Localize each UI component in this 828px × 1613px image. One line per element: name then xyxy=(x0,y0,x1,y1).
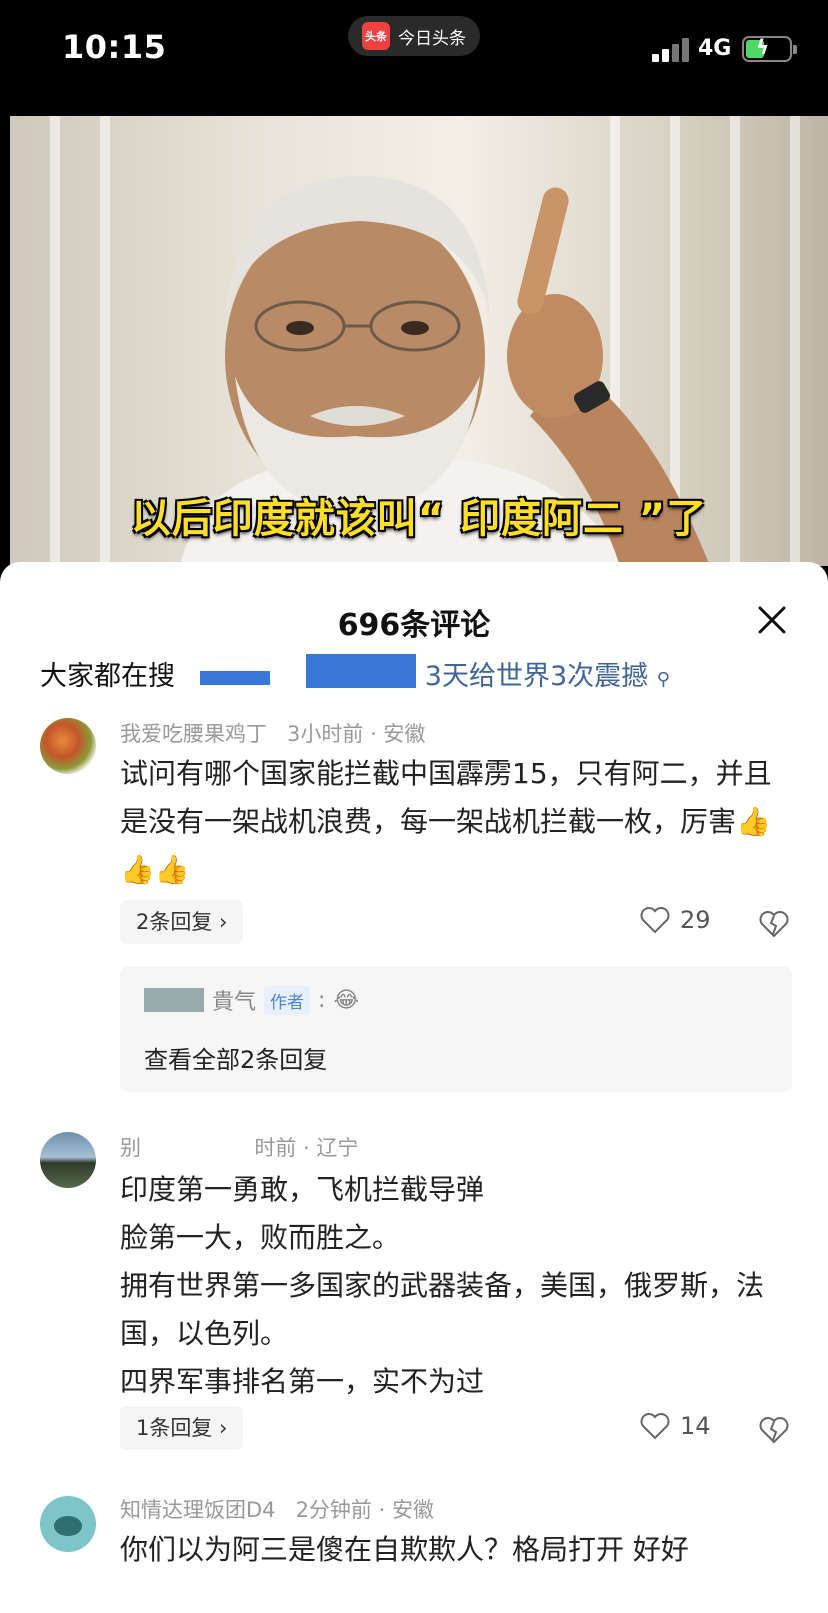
view-replies-button[interactable]: 1条回复 › xyxy=(120,1406,244,1450)
like-button[interactable]: 14 xyxy=(640,1412,711,1440)
toutiao-logo-icon: 头条 xyxy=(362,22,390,50)
trending-search-link[interactable]: 3天给世界3次震撼 xyxy=(425,661,648,692)
comment-username[interactable]: 知情达理饭团D4 xyxy=(120,1498,276,1522)
status-bar: 10:15 头条 今日头条 4G ϟ xyxy=(0,0,828,116)
redacted-block xyxy=(147,1137,248,1161)
comment-username[interactable]: 别 xyxy=(120,1136,141,1160)
author-badge: 作者 xyxy=(264,985,311,1015)
comments-count-title: 696条评论 xyxy=(337,608,491,643)
avatar[interactable] xyxy=(40,1132,96,1188)
comment-text: 你们以为阿三是傻在自欺欺人？格局打开 好好 xyxy=(120,1533,689,1566)
comment-username[interactable]: 我爱吃腰果鸡丁 xyxy=(120,722,267,746)
like-button[interactable]: 29 xyxy=(640,906,711,934)
search-icon: ⚲ xyxy=(656,669,670,690)
comment-time-location: 3小时前 · 安徽 xyxy=(287,722,426,746)
comment-meta: 知情达理饭团D4 2分钟前 · 安徽 xyxy=(120,1494,434,1524)
reply-preview[interactable]: 貴气 作者 : 😂 查看全部2条回复 xyxy=(120,966,792,1092)
view-all-replies-link[interactable]: 查看全部2条回复 xyxy=(144,1040,327,1075)
view-replies-button[interactable]: 2条回复 › xyxy=(120,900,244,944)
comment-meta: 我爱吃腰果鸡丁 3小时前 · 安徽 xyxy=(120,718,425,748)
signal-icon xyxy=(652,38,690,62)
app-name: 今日头条 xyxy=(398,28,466,49)
heart-icon xyxy=(640,907,670,934)
network-type: 4G xyxy=(698,36,732,61)
comment-time-location: 时前 · 辽宁 xyxy=(254,1136,359,1160)
app-indicator-pill[interactable]: 头条 今日头条 xyxy=(348,16,480,56)
comment-meta: 别 时前 · 辽宁 xyxy=(120,1132,358,1162)
redacted-block xyxy=(199,670,270,685)
laughing-emoji-icon: 😂 xyxy=(333,987,360,1013)
video-caption: 以后印度就该叫“ 印度阿二 ”了 xyxy=(130,496,708,542)
redacted-block xyxy=(306,653,417,688)
status-time: 10:15 xyxy=(62,28,167,66)
comment-text: 印度第一勇敢，飞机拦截导弹 脸第一大，败而胜之。 拥有世界第一多国家的武器装备，… xyxy=(120,1173,765,1398)
reply-author-row: 貴气 作者 : 😂 xyxy=(144,984,359,1016)
heart-icon xyxy=(640,1413,670,1440)
close-icon[interactable] xyxy=(752,600,792,640)
battery-charging-icon: ϟ xyxy=(742,35,797,62)
redacted-block xyxy=(144,988,204,1012)
comment-text: 试问有哪个国家能拦截中国霹雳15，只有阿二，并且是没有一架战机浪费，每一架战机拦… xyxy=(120,757,772,886)
trending-search-label: 大家都在搜 xyxy=(40,661,175,692)
comments-sheet: 696条评论 大家都在搜 3天给世界3次震撼 ⚲ 我爱吃腰果鸡丁 3小时前 · … xyxy=(0,562,828,1613)
avatar[interactable] xyxy=(40,718,96,774)
dislike-heart-icon[interactable] xyxy=(758,908,790,940)
avatar[interactable] xyxy=(40,1496,96,1552)
like-count: 14 xyxy=(680,1412,711,1440)
reply-author[interactable]: 貴气 xyxy=(212,984,256,1016)
video-player[interactable]: 以后印度就该叫“ 印度阿二 ”了 xyxy=(10,116,828,566)
trending-search-row[interactable]: 大家都在搜 3天给世界3次震撼 ⚲ xyxy=(40,653,670,693)
like-count: 29 xyxy=(680,906,711,934)
comment-time-location: 2分钟前 · 安徽 xyxy=(295,1498,434,1522)
dislike-heart-icon[interactable] xyxy=(758,1414,790,1446)
